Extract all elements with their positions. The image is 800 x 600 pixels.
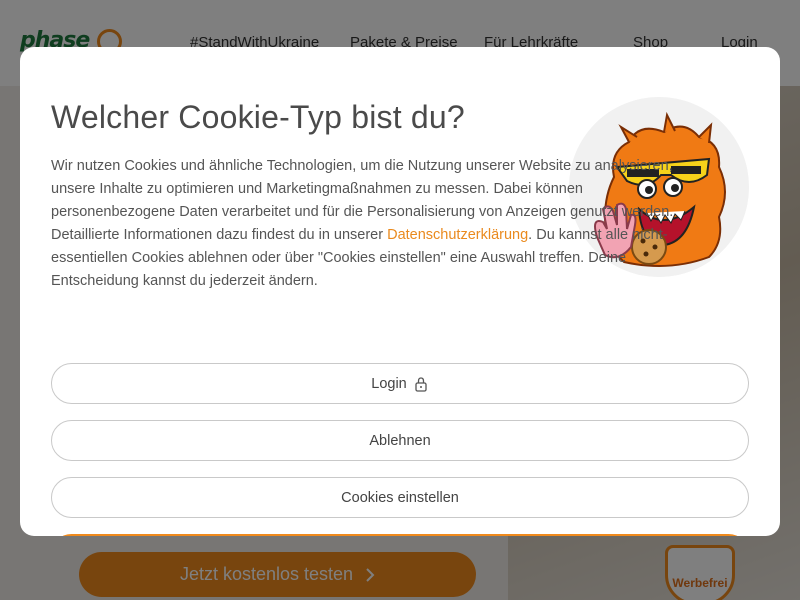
login-button-label: Login (371, 375, 407, 392)
decline-button-label: Ablehnen (369, 432, 431, 449)
decline-button[interactable]: Ablehnen (51, 420, 749, 461)
lock-icon (415, 376, 427, 392)
dialog-title: Welcher Cookie-Typ bist du? (51, 99, 465, 135)
consent-description: Wir nutzen Cookies und ähnliche Technolo… (51, 155, 711, 293)
privacy-policy-link[interactable]: Datenschutzerklärung (387, 227, 528, 243)
cookie-settings-button-label: Cookies einstellen (341, 489, 459, 506)
login-button[interactable]: Login (51, 363, 749, 404)
cookie-settings-button[interactable]: Cookies einstellen (51, 477, 749, 518)
accept-button[interactable] (51, 534, 749, 536)
cookie-consent-dialog: Welcher Cookie-Typ bist du? Wir nutzen C… (20, 47, 780, 536)
